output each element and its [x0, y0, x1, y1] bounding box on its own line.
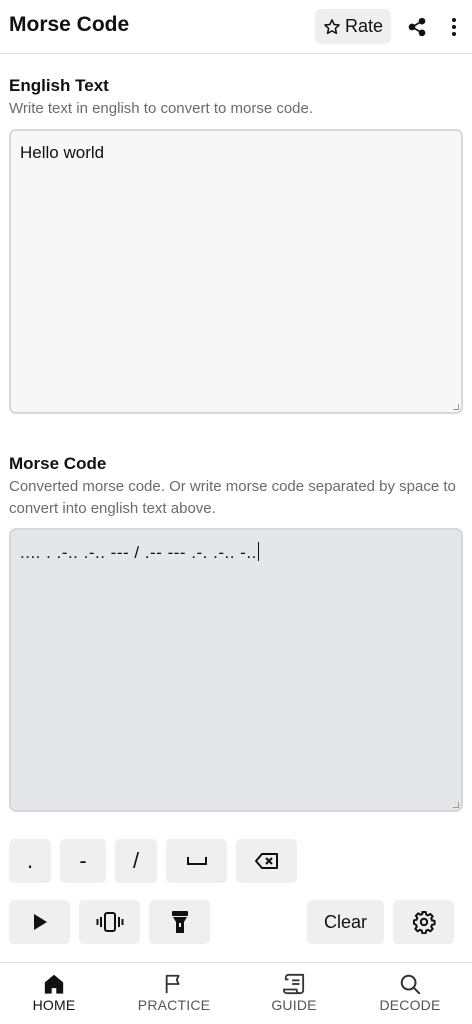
english-section-description: Write text in english to convert to mors…: [9, 100, 314, 117]
play-button[interactable]: [9, 900, 70, 944]
bottom-navigation: HOME PRACTICE GUIDE DECODE: [0, 962, 472, 1024]
flashlight-icon: [171, 910, 189, 934]
english-text-value: Hello world: [20, 143, 105, 162]
slash-key-label: /: [132, 848, 140, 873]
backspace-key[interactable]: [236, 839, 297, 883]
nav-item-guide[interactable]: GUIDE: [244, 973, 344, 1013]
home-icon: [43, 973, 65, 995]
share-button[interactable]: [404, 12, 430, 42]
dot-key-label: .: [26, 848, 34, 873]
resize-handle[interactable]: [453, 404, 459, 410]
vibrate-icon: [96, 911, 124, 933]
rate-label: Rate: [344, 16, 384, 36]
app-title: Morse Code: [9, 13, 130, 36]
share-icon: [407, 17, 427, 37]
star-icon: [323, 18, 341, 36]
nav-label-guide: GUIDE: [271, 997, 317, 1013]
space-key[interactable]: [166, 839, 227, 883]
dash-key-label: -: [79, 848, 87, 873]
morse-code-input[interactable]: .... . .-.. .-.. --- / .-- --- .-. .-.. …: [9, 528, 463, 812]
gear-icon: [412, 910, 436, 934]
dash-key[interactable]: -: [60, 839, 106, 883]
search-icon: [399, 973, 421, 995]
morse-code-value: .... . .-.. .-.. --- / .-- --- .-. .-.. …: [20, 543, 257, 562]
app-header: Morse Code Rate: [0, 0, 472, 54]
nav-item-practice[interactable]: PRACTICE: [124, 973, 224, 1013]
nav-item-decode[interactable]: DECODE: [360, 973, 460, 1013]
play-icon: [32, 913, 48, 931]
text-caret: [257, 542, 260, 561]
morse-section-title: Morse Code: [9, 454, 107, 473]
nav-item-home[interactable]: HOME: [4, 973, 104, 1013]
english-text-input[interactable]: Hello world: [9, 129, 463, 414]
flag-icon: [163, 973, 185, 995]
more-options-button[interactable]: [442, 12, 466, 42]
morse-section-description: Converted morse code. Or write morse cod…: [9, 478, 456, 517]
backspace-icon: [254, 852, 279, 870]
nav-label-practice: PRACTICE: [137, 997, 211, 1013]
settings-button[interactable]: [393, 900, 454, 944]
clear-button[interactable]: Clear: [307, 900, 384, 944]
nav-label-home: HOME: [32, 997, 76, 1013]
nav-label-decode: DECODE: [379, 997, 441, 1013]
rate-button[interactable]: Rate: [315, 9, 391, 44]
vibrate-button[interactable]: [79, 900, 140, 944]
dot-key[interactable]: .: [9, 839, 51, 883]
clear-button-label: Clear: [323, 911, 367, 932]
more-vertical-icon: [451, 17, 457, 37]
english-section-title: English Text: [9, 76, 109, 95]
resize-handle[interactable]: [453, 802, 459, 808]
slash-key[interactable]: /: [115, 839, 157, 883]
space-bar-icon: [186, 855, 208, 867]
flashlight-button[interactable]: [149, 900, 210, 944]
scroll-icon: [282, 973, 306, 995]
